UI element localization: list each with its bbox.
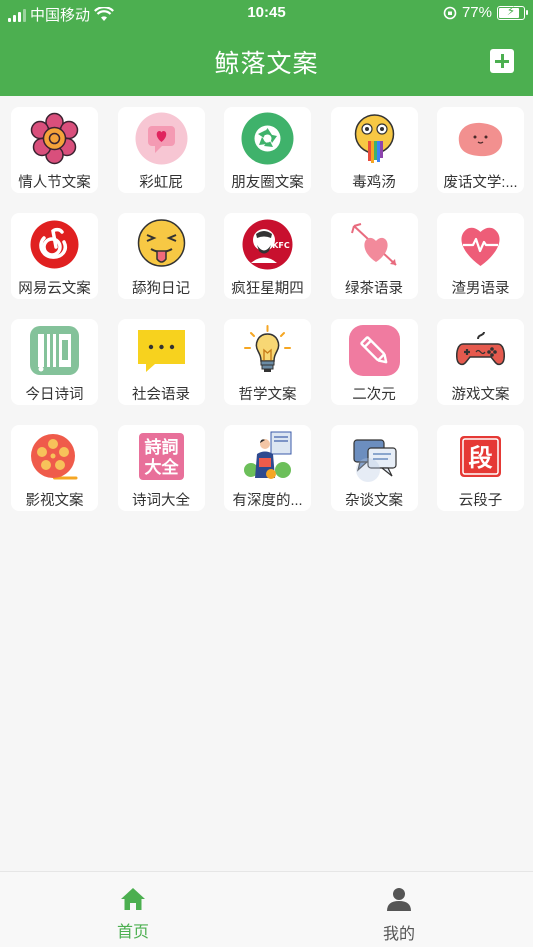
- category-label: 情人节文案: [18, 175, 91, 191]
- category-tile[interactable]: 杂谈文案: [330, 425, 418, 511]
- category-tile[interactable]: 毒鸡汤: [330, 107, 418, 193]
- category-label: 舔狗日记: [132, 281, 190, 297]
- tab-me-label: 我的: [382, 926, 415, 943]
- add-button[interactable]: [490, 49, 514, 73]
- chat-bubbles-icon: [352, 439, 397, 482]
- pencil-icon: [348, 325, 400, 376]
- pink-blob-face-icon: [458, 122, 503, 157]
- category-tile[interactable]: 詩詞 大全 诗词大全: [117, 425, 205, 511]
- reading-person-icon: [244, 431, 292, 479]
- category-label: 有深度的...: [232, 493, 303, 509]
- category-tile[interactable]: 渣男语录: [437, 213, 524, 299]
- category-tile[interactable]: 社会语录: [117, 319, 205, 405]
- rotation-lock-icon: [443, 6, 457, 19]
- category-tile[interactable]: 今日诗词: [11, 319, 98, 405]
- user-icon: [387, 888, 411, 911]
- netease-music-icon: [30, 220, 79, 269]
- category-label: 朋友圈文案: [231, 175, 304, 191]
- battery-icon: ⚡: [497, 4, 528, 20]
- category-label: 绿茶语录: [345, 281, 403, 297]
- category-tile[interactable]: KFC 疯狂星期四: [224, 213, 311, 299]
- category-tile[interactable]: 影视文案: [11, 425, 98, 511]
- category-label: 今日诗词: [25, 387, 84, 403]
- category-label: 网易云文案: [18, 281, 91, 297]
- svg-text:大全: 大全: [144, 457, 179, 478]
- lightbulb-icon: [244, 325, 291, 372]
- category-label: 哲学文案: [238, 387, 297, 403]
- poetry-book-icon: 詩詞 大全: [138, 433, 184, 480]
- category-label: 杂谈文案: [345, 493, 403, 509]
- film-reel-icon: [31, 434, 78, 480]
- category-tile[interactable]: 舔狗日记: [117, 213, 205, 299]
- tab-me[interactable]: 我的: [266, 872, 532, 947]
- category-tile[interactable]: 二次元: [330, 319, 418, 405]
- tab-home[interactable]: 首页: [0, 872, 266, 947]
- category-tile[interactable]: 段 云段子: [437, 425, 524, 511]
- category-tile[interactable]: 绿茶语录: [330, 213, 418, 299]
- speech-bubble-dots-icon: [137, 330, 185, 372]
- category-label: 二次元: [352, 387, 396, 403]
- category-tile[interactable]: 有深度的...: [224, 425, 311, 511]
- svg-text:KFC: KFC: [272, 241, 290, 250]
- category-label: 游戏文案: [451, 387, 510, 403]
- category-tile[interactable]: 网易云文案: [11, 213, 98, 299]
- category-label: 诗词大全: [132, 493, 190, 509]
- category-label: 彩虹屁: [139, 175, 183, 191]
- category-tile[interactable]: 游戏文案: [437, 319, 524, 405]
- kfc-icon: KFC: [242, 219, 293, 270]
- category-tile[interactable]: 哲学文案: [224, 319, 311, 405]
- flower-icon: [30, 112, 79, 165]
- category-label: 渣男语录: [451, 281, 510, 297]
- category-label: 废话文学:...: [443, 175, 518, 191]
- poem-scroll-icon: [30, 326, 79, 375]
- category-label: 疯狂星期四: [231, 281, 304, 297]
- heartbeat-icon: [461, 227, 500, 266]
- category-label: 云段子: [458, 493, 503, 509]
- home-icon: [121, 888, 145, 910]
- tab-home-label: 首页: [116, 924, 149, 941]
- category-tile[interactable]: 彩虹屁: [117, 107, 205, 193]
- battery-percent: 77%: [461, 4, 492, 21]
- category-tile[interactable]: 废话文学:...: [437, 107, 524, 193]
- camera-aperture-icon: [241, 112, 294, 165]
- svg-text:段: 段: [469, 444, 493, 472]
- category-grid: 情人节文案 彩虹屁 朋友圈文案 毒鸡汤 废话文学:... 网易云文案 舔狗日记 …: [11, 107, 524, 511]
- category-label: 毒鸡汤: [352, 175, 396, 191]
- category-tile[interactable]: 朋友圈文案: [224, 107, 311, 193]
- rainbow-vomit-emoji-icon: [354, 114, 394, 163]
- gamepad-icon: [456, 331, 505, 366]
- app-header: 鲸落文案: [0, 26, 533, 96]
- heart-arrow-icon: [350, 223, 397, 266]
- page-title: 鲸落文案: [214, 50, 319, 78]
- tongue-out-emoji-icon: [137, 219, 185, 267]
- category-label: 社会语录: [132, 387, 190, 403]
- category-tile[interactable]: 情人节文案: [11, 107, 98, 193]
- status-bar: 中国移动 10:45 77% ⚡: [0, 0, 533, 26]
- bottom-tab-bar: 首页 我的: [0, 871, 533, 947]
- category-label: 影视文案: [25, 493, 84, 509]
- heart-chat-icon: [135, 112, 187, 165]
- duan-character-icon: 段: [460, 436, 501, 477]
- svg-text:詩詞: 詩詞: [144, 437, 178, 458]
